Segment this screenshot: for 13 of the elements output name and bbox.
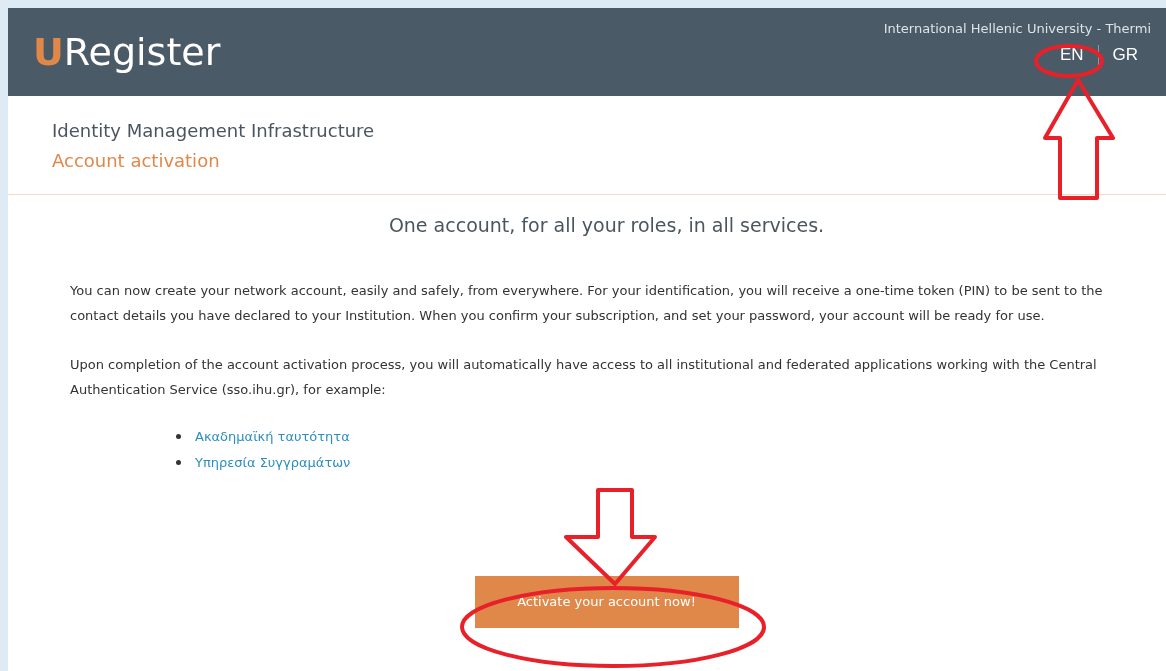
paragraph: Upon completion of the account activation process, you will automatically have access to all institutional and federated applications working with the Central Authentication Service (sso.ihu.gr), for example: [70,355,1098,399]
bullet-icon [176,460,181,465]
institution-name: International Hellenic University - Thermi [883,19,1151,38]
section-heading: One account, for all your roles, in all services. [388,213,825,238]
paragraph: You can now create your network account, easily and safely, from everywhere. For your identification, you will receive a one-time token (PIN) to be sent to the contact details you have declared to your Institution. When you confirm your subscription, and set your password, your account will be ready for use. [70,281,1104,325]
annotation-ellipse [1034,44,1104,78]
service-link[interactable]: Ακαδημαϊκή ταυτότητα [195,423,350,450]
logo[interactable]: URegister [33,33,221,71]
page-subtitle: Account activation [52,149,221,173]
language-link[interactable]: GR [1112,42,1138,68]
bullet-icon [176,434,181,439]
service-link[interactable]: Υπηρεσία Συγγραμάτων [195,449,351,476]
page-title: Identity Management Infrastructure [52,119,376,143]
